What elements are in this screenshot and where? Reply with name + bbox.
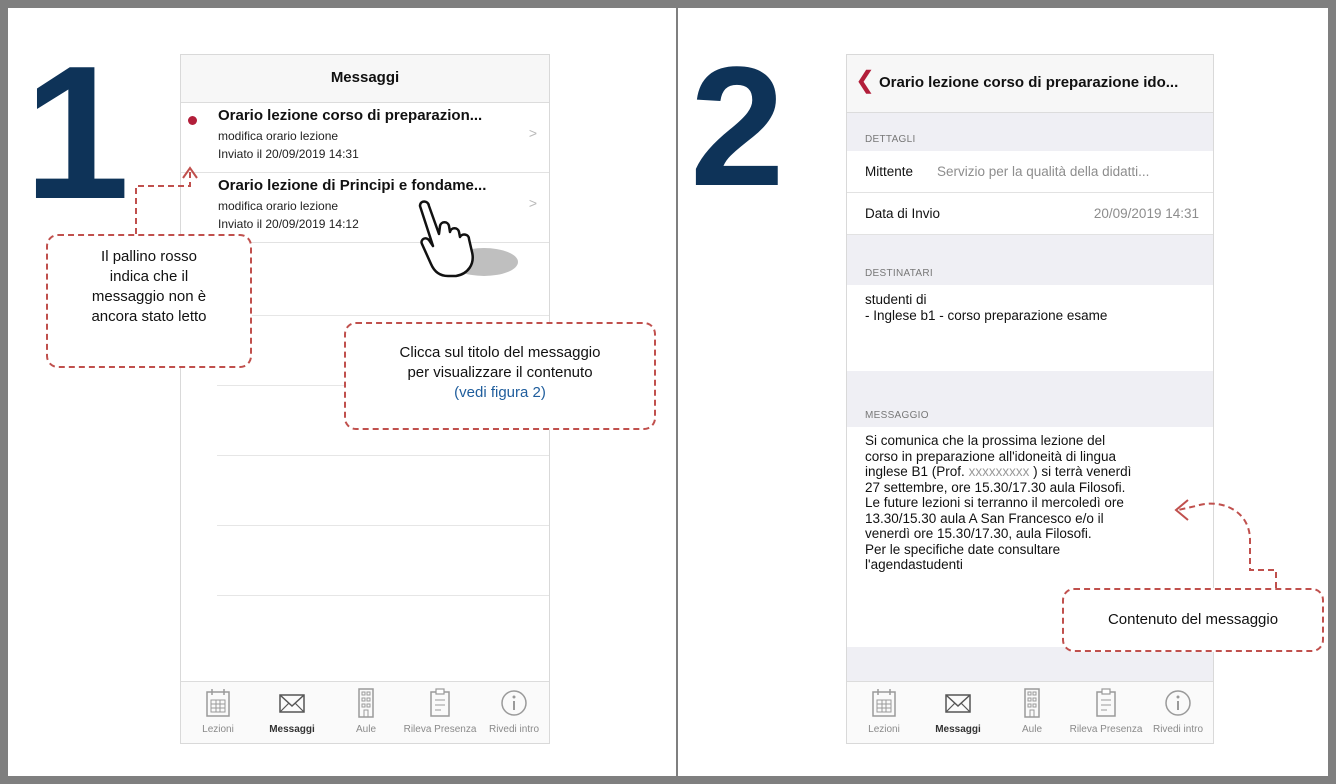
message-line: Le future lezioni si terranno il mercole… — [865, 495, 1124, 510]
tab-rivedi-intro[interactable]: Rivedi intro — [477, 688, 549, 740]
nav-bar: ❮ Orario lezione corso di preparazione i… — [847, 55, 1213, 113]
callout-text-line: per visualizzare il contenuto — [407, 364, 593, 381]
recipients-line: studenti di — [865, 292, 927, 307]
sender-label: Mittente — [865, 164, 914, 179]
unread-dot-icon — [188, 116, 197, 125]
step-number-2: 2 — [690, 32, 785, 222]
info-icon — [1165, 690, 1191, 716]
step-number-1: 1 — [24, 27, 130, 239]
info-icon — [501, 690, 527, 716]
date-label: Data di Invio — [865, 206, 941, 221]
message-preview: modifica orario lezione — [218, 129, 339, 143]
calendar-icon — [206, 689, 230, 717]
message-preview: modifica orario lezione — [218, 199, 339, 213]
message-line: 27 settembre, ore 15.30/17.30 aula Filos… — [865, 479, 1126, 495]
tab-rivedi-intro[interactable]: Rivedi intro — [1141, 688, 1213, 740]
tab-label: Messaggi — [269, 724, 315, 735]
recipients-line: - Inglese b1 - corso preparazione esame — [865, 307, 1108, 323]
tab-bar: Lezioni Messaggi Aule Rileva Presenza Ri… — [847, 681, 1213, 743]
tab-bar: Lezioni Messaggi Aule Rileva Presenza Ri… — [181, 681, 549, 743]
tab-label: Rivedi intro — [1152, 724, 1204, 735]
tab-rileva-presenza[interactable]: Rileva Presenza — [1069, 688, 1143, 740]
see-figure-link[interactable]: (vedi figura 2) — [346, 383, 654, 403]
message-subject: Orario lezione di Principi e fondame... — [218, 177, 487, 194]
tab-label: Aule — [355, 724, 376, 735]
page-title: Messaggi — [330, 69, 400, 86]
message-line: Si comunica che la prossima lezione del — [865, 433, 1106, 448]
calendar-icon — [872, 689, 896, 717]
panel-divider — [676, 8, 678, 784]
clipboard-icon — [1096, 688, 1116, 717]
chevron-right-icon: > — [528, 195, 537, 211]
back-chevron-icon[interactable]: ❮ — [855, 69, 875, 93]
building-icon — [1024, 688, 1040, 718]
empty-row-separator — [217, 525, 549, 526]
tab-lezioni[interactable]: Lezioni — [181, 688, 255, 740]
message-line: Per le specifiche date consultare — [865, 541, 1061, 557]
tab-label: Aule — [1021, 724, 1042, 735]
sender-value: Servizio per la qualità della didatti... — [937, 164, 1150, 179]
tab-label: Lezioni — [202, 724, 234, 735]
tab-label: Lezioni — [868, 724, 900, 735]
pointing-hand-icon — [418, 200, 518, 278]
callout-text-line: indica che il — [109, 268, 189, 285]
section-header-destinatari: DESTINATARI — [847, 235, 1213, 285]
tab-messaggi[interactable]: Messaggi — [921, 688, 995, 740]
callout-text-line: Il pallino rosso — [101, 248, 197, 265]
page-title: Orario lezione corso di preparazione ido… — [879, 74, 1179, 91]
building-icon — [358, 688, 374, 718]
section-header-messaggio: MESSAGGIO — [847, 371, 1213, 427]
envelope-icon — [279, 694, 305, 713]
callout-text-line: ancora stato letto — [91, 308, 207, 325]
message-line: venerdì ore 15.30/17.30, aula Filosofi. — [865, 526, 1092, 541]
tab-rileva-presenza[interactable]: Rileva Presenza — [403, 688, 477, 740]
empty-row-separator — [217, 455, 549, 456]
tab-aule[interactable]: Aule — [995, 688, 1069, 740]
empty-row-separator — [217, 315, 549, 316]
empty-row-separator — [217, 595, 549, 596]
tab-label: Rileva Presenza — [1069, 724, 1143, 735]
callout-text-line: Clicca sul titolo del messaggio — [399, 344, 601, 361]
tab-lezioni[interactable]: Lezioni — [847, 688, 921, 740]
section-header-dettagli: DETTAGLI — [847, 113, 1213, 151]
nav-bar: Messaggi — [181, 55, 549, 103]
envelope-icon — [945, 694, 971, 713]
tab-label: Rivedi intro — [488, 724, 540, 735]
callout-click-title: Clicca sul titolo del messaggio per visu… — [344, 322, 656, 430]
date-value: 20/09/2019 14:31 — [1093, 206, 1199, 221]
bottom-gray-area — [847, 647, 1213, 683]
tab-label: Messaggi — [935, 724, 981, 735]
message-subject: Orario lezione corso di preparazion... — [218, 107, 483, 124]
tab-messaggi[interactable]: Messaggi — [255, 688, 329, 740]
recipients-block: studenti di - Inglese b1 - corso prepara… — [847, 285, 1213, 371]
message-row-unread[interactable]: Orario lezione corso di preparazion... m… — [181, 103, 549, 173]
chevron-right-icon: > — [528, 125, 537, 141]
callout-content: Contenuto del messaggio — [1062, 588, 1324, 652]
date-row: Data di Invio 20/09/2019 14:31 — [847, 193, 1213, 235]
callout-connector — [135, 166, 198, 234]
clipboard-icon — [430, 688, 450, 717]
message-line: 13.30/15.30 aula A San Francesco e/o il — [865, 510, 1104, 526]
message-line: l'agendastudenti — [865, 557, 963, 572]
redacted-name: xxxxxxxxx — [968, 464, 1030, 479]
message-line: corso in preparazione all'idoneità di li… — [865, 448, 1116, 464]
sender-row: Mittente Servizio per la qualità della d… — [847, 151, 1213, 193]
message-date: Inviato il 20/09/2019 14:31 — [218, 147, 359, 161]
tab-label: Rileva Presenza — [403, 724, 477, 735]
message-date: Inviato il 20/09/2019 14:12 — [218, 217, 359, 231]
callout-text-line: Contenuto del messaggio — [1107, 611, 1279, 628]
callout-text-line: messaggio non è — [91, 288, 207, 305]
callout-red-dot: Il pallino rosso indica che il messaggio… — [46, 234, 252, 368]
tab-aule[interactable]: Aule — [329, 688, 403, 740]
message-line: inglese B1 (Prof. xxxxxxxxx ) si terrà v… — [865, 464, 1132, 479]
callout-connector — [1174, 499, 1277, 588]
